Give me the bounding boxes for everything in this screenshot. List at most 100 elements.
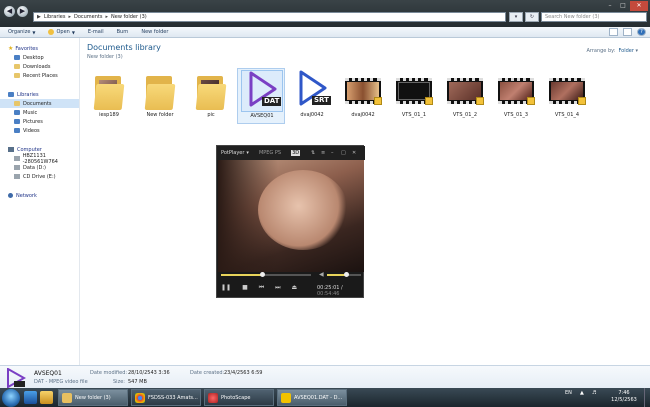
nav-favorites[interactable]: ★ Favorites	[0, 44, 79, 53]
pin-icon[interactable]: ⇅	[311, 146, 315, 160]
email-button[interactable]: E-mail	[88, 29, 104, 35]
file-tile-selected[interactable]: DAT AVSEQ01	[237, 68, 285, 124]
close-icon[interactable]: ✕	[352, 146, 356, 160]
dropdown-icon[interactable]: ▾	[509, 12, 523, 22]
file-tile[interactable]: VTS_01_1	[390, 68, 438, 124]
folder-icon	[89, 70, 129, 110]
breadcrumb-documents[interactable]: Documents	[74, 14, 103, 20]
nav-item-recent-places[interactable]: Recent Places	[0, 71, 79, 80]
burn-button[interactable]: Burn	[117, 29, 129, 35]
network-tray-icon[interactable]: ▲	[580, 390, 584, 396]
volume-handle[interactable]	[343, 272, 349, 277]
seek-bar[interactable]	[221, 272, 311, 277]
open-menu[interactable]: Open ▼	[48, 29, 75, 35]
file-tile[interactable]: SRT dvaj0042	[288, 68, 336, 124]
file-name: VTS_01_3	[503, 112, 529, 118]
close-button[interactable]: ✕	[630, 1, 648, 11]
library-subtitle: New folder (3)	[87, 54, 123, 60]
language-indicator[interactable]: EN	[565, 390, 572, 396]
nav-libraries[interactable]: Libraries	[0, 90, 79, 99]
task-explorer[interactable]: New folder (3)	[58, 389, 128, 406]
minimize-button[interactable]: –	[604, 1, 616, 11]
search-input[interactable]: Search New folder (3)	[541, 12, 647, 22]
player-app-name[interactable]: PotPlayer	[221, 150, 244, 156]
file-tile[interactable]: dvaj0042	[339, 68, 387, 124]
breadcrumb-libraries[interactable]: Libraries	[44, 14, 66, 20]
back-button[interactable]: ◀	[4, 6, 15, 17]
volume-icon[interactable]: ◀	[319, 271, 324, 278]
nav-item-documents[interactable]: Documents	[0, 99, 79, 108]
nav-item-videos[interactable]: Videos	[0, 126, 79, 135]
refresh-icon[interactable]: ↻	[525, 12, 539, 22]
forward-button[interactable]: ▶	[17, 6, 28, 17]
arrange-by[interactable]: Arrange by: Folder ▾	[586, 48, 638, 54]
previous-icon[interactable]: ⏮	[259, 284, 264, 292]
eject-icon[interactable]: ⏏	[292, 284, 298, 292]
file-tile[interactable]: VTS_01_2	[441, 68, 489, 124]
address-tools: ▾ ↻	[509, 12, 539, 22]
file-tile[interactable]: VTS_01_4	[543, 68, 591, 124]
file-tile[interactable]: New folder	[136, 68, 184, 124]
video-frame[interactable]	[218, 160, 364, 272]
chevron-right-icon: ▸	[105, 14, 109, 20]
clock-time: 7:46	[618, 390, 630, 396]
clock[interactable]: 7:46 12/5/2563	[610, 390, 638, 404]
start-button[interactable]	[2, 389, 20, 407]
size-label: Size:	[113, 379, 125, 385]
task-potplayer[interactable]: AVSEQ01.DAT - D...	[277, 389, 347, 406]
seek-handle[interactable]	[260, 272, 266, 277]
ie-icon[interactable]	[24, 391, 37, 404]
maximize-icon[interactable]: □	[341, 146, 346, 160]
address-field[interactable]: ▶ Libraries ▸ Documents ▸ New folder (3)	[33, 12, 506, 22]
nav-network[interactable]: Network	[0, 191, 79, 200]
view-options-icon[interactable]	[609, 28, 618, 36]
video-thumbnail	[496, 70, 536, 110]
details-pane: AVSEQ01 DAT - MPEG video file Date modif…	[0, 365, 650, 389]
command-bar: Organize ▼ Open ▼ E-mail Burn New folder ?	[0, 27, 650, 38]
nav-item-desktop[interactable]: Desktop	[0, 53, 79, 62]
task-photoscape[interactable]: PhotoScape	[204, 389, 274, 406]
menu-icon[interactable]: ≡	[321, 146, 325, 160]
3d-badge[interactable]: 3D	[291, 150, 301, 156]
organize-menu[interactable]: Organize ▼	[8, 29, 35, 35]
pause-icon[interactable]: ❚❚	[221, 284, 231, 292]
preview-pane-icon[interactable]	[623, 28, 632, 36]
photoscape-icon	[208, 392, 218, 403]
nav-item-data-d[interactable]: Data (D:)	[0, 163, 79, 172]
volume-tray-icon[interactable]: ♬	[592, 390, 596, 396]
chevron-right-icon: ▸	[68, 14, 71, 20]
maximize-button[interactable]: □	[617, 1, 629, 11]
stop-icon[interactable]: ■	[242, 284, 248, 292]
show-desktop-button[interactable]	[644, 388, 650, 407]
task-chrome[interactable]: FSDSS-033 Amats...	[131, 389, 201, 406]
file-tile[interactable]: iesp189	[85, 68, 133, 124]
chevron-down-icon: ▼	[32, 29, 36, 35]
srt-file-icon: SRT	[292, 70, 332, 110]
nav-item-cd-drive[interactable]: CD Drive (E:)	[0, 172, 79, 181]
folder-icon	[191, 70, 231, 110]
breadcrumb-current-folder[interactable]: New folder (3)	[111, 14, 147, 20]
nav-item-music[interactable]: Music	[0, 108, 79, 117]
library-title: Documents library	[87, 43, 161, 52]
file-tile[interactable]: VTS_01_3	[492, 68, 540, 124]
size-value: 547 MB	[128, 379, 147, 385]
created-label: Date created:	[190, 370, 225, 376]
cd-drive-icon	[14, 174, 20, 179]
help-icon[interactable]: ?	[637, 28, 646, 36]
new-folder-button[interactable]: New folder	[141, 29, 168, 35]
details-file-type: DAT - MPEG video file	[34, 379, 88, 385]
computer-icon	[8, 147, 14, 152]
volume-slider[interactable]	[327, 272, 361, 277]
nav-item-pictures[interactable]: Pictures	[0, 117, 79, 126]
video-badge-icon	[476, 97, 484, 105]
nav-item-label: CD Drive (E:)	[23, 173, 56, 180]
nav-item-downloads[interactable]: Downloads	[0, 62, 79, 71]
explorer-icon[interactable]	[40, 391, 53, 404]
nav-item-drive-c[interactable]: HBZ1131 -280561W764	[0, 153, 79, 165]
next-icon[interactable]: ⏭	[275, 284, 280, 292]
address-bar-area: ◀ ▶ ▶ Libraries ▸ Documents ▸ New folder…	[0, 0, 650, 27]
file-tile[interactable]: pic	[187, 68, 235, 124]
minimize-icon[interactable]: –	[331, 146, 334, 160]
video-badge-icon	[527, 97, 535, 105]
arrange-label: Arrange by:	[586, 48, 616, 54]
